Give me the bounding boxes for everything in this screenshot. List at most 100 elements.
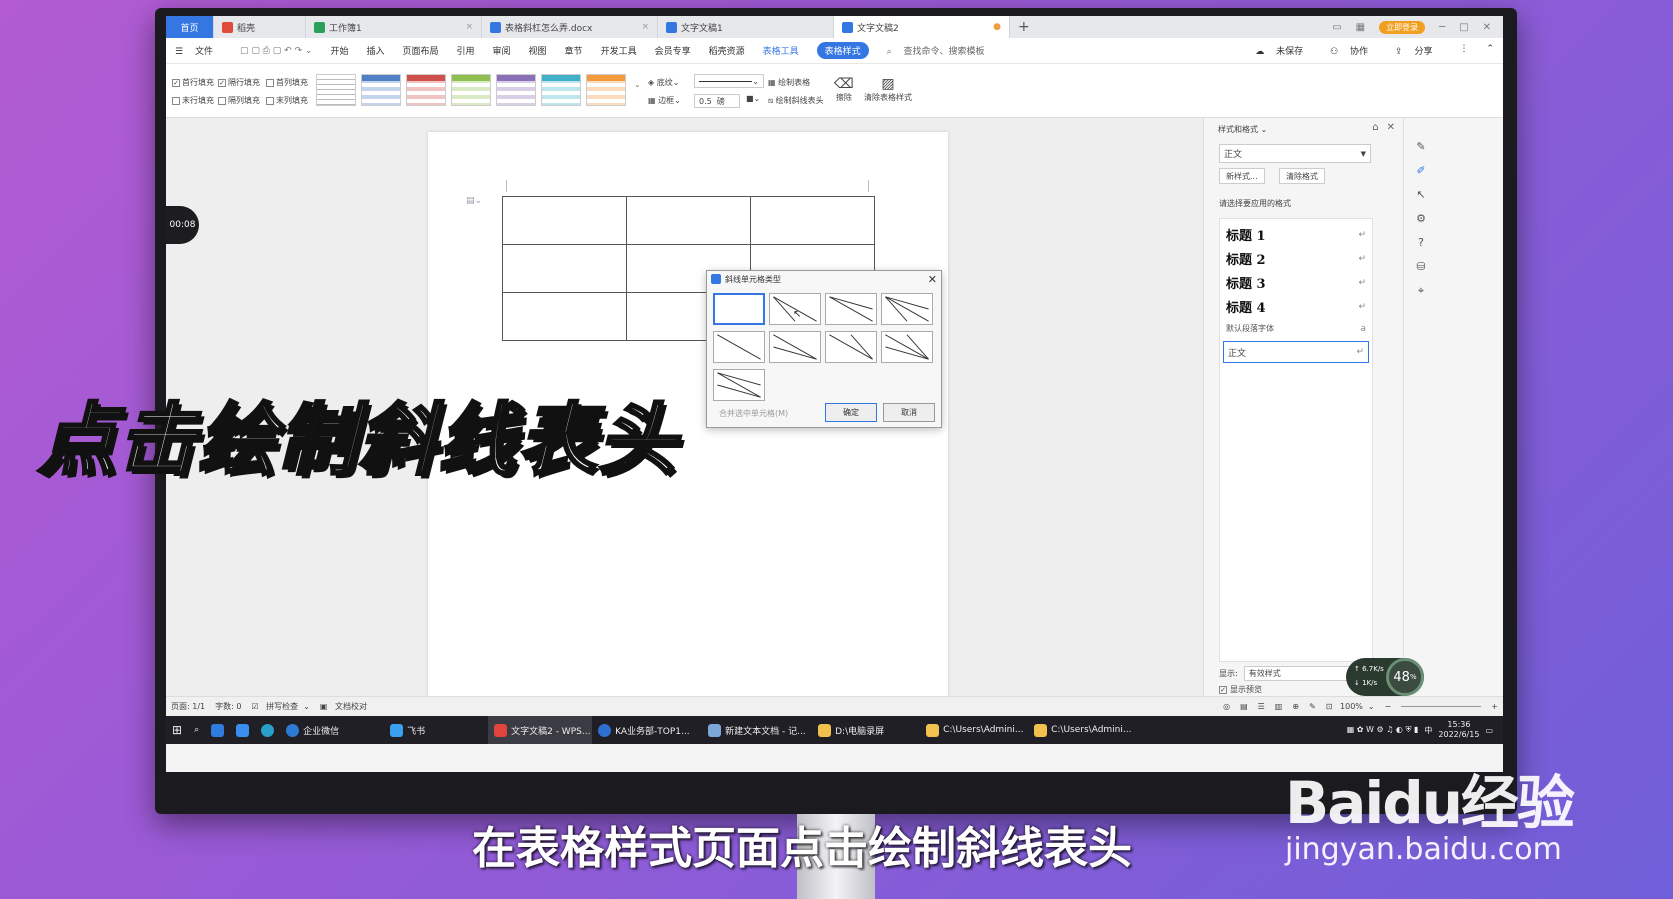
close-icon[interactable]: ✕ (1387, 122, 1395, 133)
spell-check[interactable]: ☑ 拼写检查 ⌄ (251, 701, 309, 712)
table-cell[interactable] (502, 244, 627, 293)
style-item-heading1[interactable]: 标题 1 ↵ (1226, 225, 1366, 244)
notification-icon[interactable]: ▭ (1485, 726, 1493, 735)
location-icon[interactable]: ⌖ (1414, 284, 1428, 298)
clear-table-style-button[interactable]: ▨ 清除表格样式 (864, 76, 912, 103)
table-style-swatch[interactable] (406, 74, 446, 106)
chk-last-col[interactable]: 末列填充 (266, 95, 308, 106)
view-page-icon[interactable]: ▤ (1240, 702, 1248, 711)
zoom-slider[interactable] (1401, 706, 1482, 707)
table-cell[interactable] (502, 292, 627, 341)
table-cell[interactable] (502, 196, 627, 245)
pin-icon[interactable]: ⌂ (1372, 122, 1378, 133)
line-width-select[interactable]: 0.5 磅 (694, 94, 740, 108)
new-style-button[interactable]: 新样式... (1219, 168, 1265, 184)
style-item-normal[interactable]: 正文 ↵ (1223, 341, 1369, 363)
view-web-icon[interactable]: ⊕ (1292, 702, 1299, 711)
close-icon[interactable]: × (465, 22, 473, 32)
menu-view[interactable]: 视图 (529, 44, 547, 57)
zoom-out-icon[interactable]: − (1385, 702, 1392, 711)
taskbar-item[interactable]: KA业务部-TOP1... (592, 716, 702, 744)
view-outline-icon[interactable]: ☰ (1258, 702, 1265, 711)
table-style-swatch[interactable] (586, 74, 626, 106)
diagonal-type-option[interactable] (881, 293, 933, 325)
share-button[interactable]: ⇪ 分享 (1395, 44, 1441, 57)
tray-icons[interactable]: ▦ ✿ W ⚙ ♫ ◐ ⛨ ▮ (1347, 725, 1419, 735)
diagonal-type-none[interactable] (713, 293, 765, 325)
taskview-button[interactable] (205, 716, 230, 744)
task-pane-title[interactable]: 样式和格式 ⌄ (1218, 124, 1267, 135)
diagonal-type-option[interactable] (825, 331, 877, 363)
menu-home[interactable]: 开始 (330, 44, 348, 57)
menu-section[interactable]: 章节 (565, 44, 583, 57)
chk-banded-rows[interactable]: ✓ 隔行填充 (218, 77, 260, 88)
minimize-icon[interactable]: ─ (1439, 22, 1445, 33)
style-brush-icon[interactable]: ✎ (1414, 140, 1428, 154)
menu-table-tools[interactable]: 表格工具 (763, 44, 799, 57)
doc-proof[interactable]: ▣ 文档校对 (320, 701, 372, 712)
tab-workbook1[interactable]: 工作簿1 × (306, 16, 482, 38)
table-cell[interactable] (626, 196, 751, 245)
more-icon[interactable]: ⋮ (1459, 44, 1468, 57)
style-item-default-font[interactable]: 默认段落字体 a (1226, 323, 1366, 334)
chk-first-col[interactable]: 首列填充 (266, 77, 308, 88)
apps-icon[interactable]: ▦ (1356, 22, 1365, 33)
table-handle-icon[interactable]: ▤⌄ (466, 196, 482, 206)
menu-docer[interactable]: 稻壳资源 (709, 44, 745, 57)
taskbar-item[interactable]: 新建文本文档 - 记... (702, 716, 812, 744)
close-icon[interactable]: × (641, 22, 649, 32)
chk-last-row[interactable]: 末行填充 (172, 95, 214, 106)
table-style-swatch[interactable] (496, 74, 536, 106)
eye-icon[interactable]: ◎ (1223, 702, 1230, 711)
tab-home[interactable]: 首页 (166, 16, 214, 38)
menu-developer[interactable]: 开发工具 (601, 44, 637, 57)
style-item-heading3[interactable]: 标题 3 ↵ (1226, 273, 1366, 292)
diagonal-type-option[interactable] (769, 331, 821, 363)
ime-indicator[interactable]: 中 (1424, 725, 1432, 736)
cancel-button[interactable]: 取消 (883, 403, 935, 422)
styles-expand-icon[interactable]: ⌄ (634, 80, 641, 89)
pen-color-button[interactable]: ■⌄ (746, 94, 760, 103)
line-style-select[interactable]: ⌄ (694, 74, 764, 88)
erase-button[interactable]: ⌫ 擦除 (834, 76, 854, 103)
taskbar-item[interactable]: C:\Users\Admini... (1028, 716, 1136, 744)
table-cell[interactable] (750, 196, 875, 245)
table-style-swatch[interactable] (541, 74, 581, 106)
taskbar-item[interactable]: D:\电脑录屏 (812, 716, 920, 744)
quick-access-icons[interactable]: ▢ ▢ ⎙ ▢ ↶ ↷ ⌄ (240, 46, 313, 56)
diagonal-type-option[interactable] (825, 293, 877, 325)
shading-button[interactable]: ◈ 底纹⌄ (648, 77, 679, 88)
maximize-icon[interactable]: □ (1459, 22, 1468, 33)
menu-member[interactable]: 会员专享 (655, 44, 691, 57)
menu-references[interactable]: 引用 (457, 44, 475, 57)
tab-doc1[interactable]: 文字文稿1 (658, 16, 834, 38)
taskbar-item[interactable]: 文字文稿2 - WPS... (488, 716, 593, 744)
collab-button[interactable]: ⚇ 协作 (1330, 44, 1377, 57)
styles-pane-icon[interactable]: ✐ (1414, 164, 1428, 178)
menu-layout[interactable]: 页面布局 (402, 44, 438, 57)
collapse-ribbon-icon[interactable]: ⌃ (1486, 44, 1494, 57)
menu-insert[interactable]: 插入 (366, 44, 384, 57)
taskbar-item[interactable]: C:\Users\Admini... (920, 716, 1028, 744)
clear-format-button[interactable]: 清除格式 (1279, 168, 1325, 184)
start-button[interactable]: ⊞ (166, 716, 188, 744)
unsaved-button[interactable]: ☁ 未保存 (1255, 44, 1312, 57)
table-style-swatch[interactable] (451, 74, 491, 106)
table-style-swatch[interactable] (361, 74, 401, 106)
tab-docer[interactable]: 稻壳 (214, 16, 306, 38)
adjust-icon[interactable]: ⚙ (1414, 212, 1428, 226)
chk-banded-cols[interactable]: 隔列填充 (218, 95, 260, 106)
diagonal-type-option[interactable] (881, 331, 933, 363)
draw-diagonal-header-button[interactable]: ⧅ 绘制斜线表头 (768, 95, 824, 106)
layout-icon[interactable]: ▭ (1332, 22, 1341, 33)
diagonal-type-option[interactable] (713, 331, 765, 363)
zoom-value[interactable]: ⊡ 100% ⌄ (1326, 702, 1375, 711)
draw-table-button[interactable]: ▦ 绘制表格 (768, 77, 810, 88)
tab-doc-howto[interactable]: 表格斜杠怎么弄.docx × (482, 16, 658, 38)
preview-checkbox[interactable]: ✓ 显示预览 (1219, 684, 1262, 695)
tab-doc2[interactable]: 文字文稿2 ● (834, 16, 1010, 38)
search-command[interactable]: ⌕ 查找命令、搜索模板 (887, 44, 994, 57)
close-window-icon[interactable]: ✕ (1483, 22, 1491, 33)
table-style-swatch[interactable] (316, 74, 356, 106)
feishu-pin[interactable] (230, 716, 255, 744)
